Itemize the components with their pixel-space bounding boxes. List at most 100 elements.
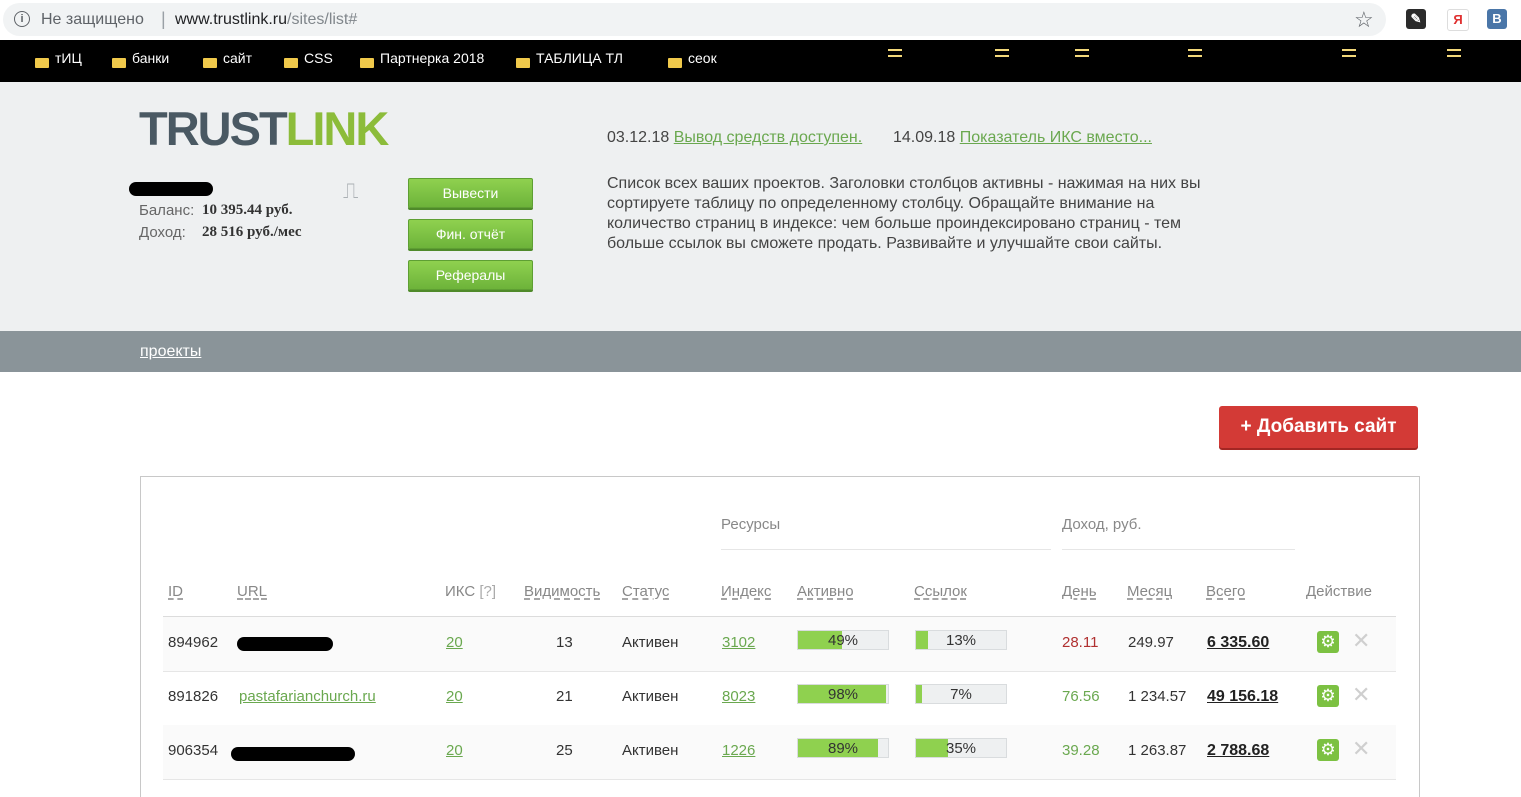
yandex-extension-icon[interactable]: Я: [1447, 9, 1469, 31]
bookmark-label: банки: [132, 50, 170, 66]
row-status: Активен: [622, 634, 679, 651]
row-visibility: 21: [556, 688, 573, 705]
row-index[interactable]: 3102: [722, 634, 755, 651]
row-income-total[interactable]: 2 788.68: [1207, 742, 1269, 760]
row-income-month: 249.97: [1128, 634, 1174, 651]
news-item: 03.12.18 Вывод средств доступен.: [607, 129, 862, 147]
row-index[interactable]: 8023: [722, 688, 755, 705]
column-header-total[interactable]: Всего: [1206, 583, 1245, 600]
vk-extension-icon[interactable]: B: [1487, 9, 1507, 29]
fin-report-button[interactable]: Фин. отчёт: [408, 219, 533, 249]
add-site-button[interactable]: + Добавить сайт: [1219, 406, 1418, 448]
info-icon[interactable]: i: [14, 11, 30, 27]
column-header-status[interactable]: Статус: [622, 583, 669, 600]
referrals-button[interactable]: Рефералы: [408, 260, 533, 290]
delete-x-icon[interactable]: ✕: [1352, 628, 1370, 654]
page-description: Список всех ваших проектов. Заголовки ст…: [607, 175, 1201, 252]
active-progress-bar: 49%: [797, 630, 889, 650]
logo-text-trust: TRUST: [139, 102, 288, 155]
bookmark-star-icon[interactable]: ☆: [1354, 7, 1374, 33]
delete-x-icon[interactable]: ✕: [1352, 682, 1370, 708]
column-header-month[interactable]: Месяц: [1127, 583, 1172, 600]
folder-icon: [516, 58, 530, 69]
bookmark-page-icon[interactable]: [995, 49, 1009, 67]
settings-gear-icon[interactable]: ⚙: [1317, 739, 1339, 761]
url-redacted: [237, 637, 333, 651]
row-income-total[interactable]: 6 335.60: [1207, 634, 1269, 652]
row-iks[interactable]: 20: [446, 688, 463, 705]
bookmark-folder[interactable]: сайт: [203, 50, 252, 70]
iks-help-icon[interactable]: [?]: [479, 583, 496, 600]
progress-label: 89%: [827, 740, 859, 757]
address-bar[interactable]: i Не защищено | www.trustlink.ru/sites/l…: [3, 3, 1386, 36]
row-income-month: 1 263.87: [1128, 742, 1187, 759]
row-id: 906354: [168, 742, 219, 759]
row-income-day: 39.28: [1062, 742, 1100, 759]
folder-icon: [112, 58, 126, 69]
bookmark-folder[interactable]: сеок: [668, 50, 717, 70]
news-link[interactable]: Вывод средств доступен.: [674, 129, 862, 146]
bookmark-page-icon[interactable]: [1447, 49, 1461, 67]
trustlink-logo[interactable]: TRUSTLINK: [139, 102, 389, 155]
column-header-id[interactable]: ID: [168, 583, 183, 600]
group-divider: [721, 549, 1051, 550]
row-visibility: 13: [556, 634, 573, 651]
income-value: 28 516 руб./мес: [202, 224, 302, 240]
row-index[interactable]: 1226: [722, 742, 755, 759]
security-indicator[interactable]: Не защищено: [41, 11, 144, 29]
bookmark-page-icon[interactable]: [1075, 49, 1089, 67]
group-divider: [1062, 549, 1295, 550]
column-header-index[interactable]: Индекс: [721, 583, 771, 600]
links-progress-bar: 35%: [915, 738, 1007, 758]
bookmark-page-icon[interactable]: [888, 49, 902, 67]
row-id: 891826: [168, 688, 219, 705]
iks-label: ИКС: [445, 583, 476, 600]
table-row: 894962 20 13 Активен 3102 49% 13% 28.11 …: [163, 617, 1396, 672]
column-header-day[interactable]: День: [1062, 583, 1097, 600]
news-date: 03.12.18: [607, 129, 670, 146]
folder-icon: [35, 58, 49, 69]
row-iks[interactable]: 20: [446, 634, 463, 651]
browser-toolbar: i Не защищено | www.trustlink.ru/sites/l…: [0, 0, 1521, 40]
settings-gear-icon[interactable]: ⚙: [1317, 685, 1339, 707]
links-progress-bar: 13%: [915, 630, 1007, 650]
bookmark-folder[interactable]: тИЦ: [35, 50, 82, 70]
url-redacted: [231, 747, 355, 761]
extension-icon[interactable]: ✎: [1406, 9, 1426, 29]
projects-table: Ресурсы Доход, руб. ID URL ИКС [?] Видим…: [140, 476, 1420, 797]
bookmark-page-icon[interactable]: [1188, 49, 1202, 67]
bookmark-folder[interactable]: банки: [112, 50, 169, 70]
column-header-url[interactable]: URL: [237, 583, 267, 600]
bookmark-folder[interactable]: Партнерка 2018: [360, 50, 484, 70]
column-header-action: Действие: [1306, 583, 1372, 600]
progress-label: 7%: [950, 686, 972, 703]
news-date: 14.09.18: [893, 129, 956, 146]
column-header-visibility[interactable]: Видимость: [524, 583, 600, 600]
projects-link[interactable]: проекты: [140, 343, 201, 361]
row-income-day: 76.56: [1062, 688, 1100, 705]
row-income-month: 1 234.57: [1128, 688, 1187, 705]
settings-gear-icon[interactable]: ⚙: [1317, 631, 1339, 653]
row-status: Активен: [622, 742, 679, 759]
bookmark-page-icon[interactable]: [1342, 49, 1356, 67]
bookmark-label: Партнерка 2018: [380, 50, 485, 66]
bookmarks-bar: тИЦ банки сайт CSS Партнерка 2018 ТАБЛИЦ…: [0, 40, 1521, 82]
news-link[interactable]: Показатель ИКС вместо...: [960, 129, 1152, 146]
row-url[interactable]: pastafarianchurch.ru: [239, 688, 376, 705]
active-progress-bar: 89%: [797, 738, 889, 758]
delete-x-icon[interactable]: ✕: [1352, 736, 1370, 762]
column-header-links[interactable]: Ссылок: [914, 583, 967, 600]
url-text[interactable]: www.trustlink.ru/sites/list#: [175, 11, 357, 29]
progress-label: 13%: [945, 632, 977, 649]
logout-icon[interactable]: ⎍: [343, 178, 358, 204]
withdraw-button[interactable]: Вывести: [408, 178, 533, 208]
row-iks[interactable]: 20: [446, 742, 463, 759]
url-host: www.trustlink.ru: [175, 11, 288, 28]
folder-icon: [203, 58, 217, 69]
bookmark-label: CSS: [304, 50, 333, 66]
column-header-active[interactable]: Активно: [797, 583, 854, 600]
bookmark-folder[interactable]: ТАБЛИЦА ТЛ: [516, 50, 623, 70]
bookmark-folder[interactable]: CSS: [284, 50, 333, 70]
row-income-total[interactable]: 49 156.18: [1207, 688, 1278, 706]
column-header-iks[interactable]: ИКС [?]: [445, 583, 496, 600]
